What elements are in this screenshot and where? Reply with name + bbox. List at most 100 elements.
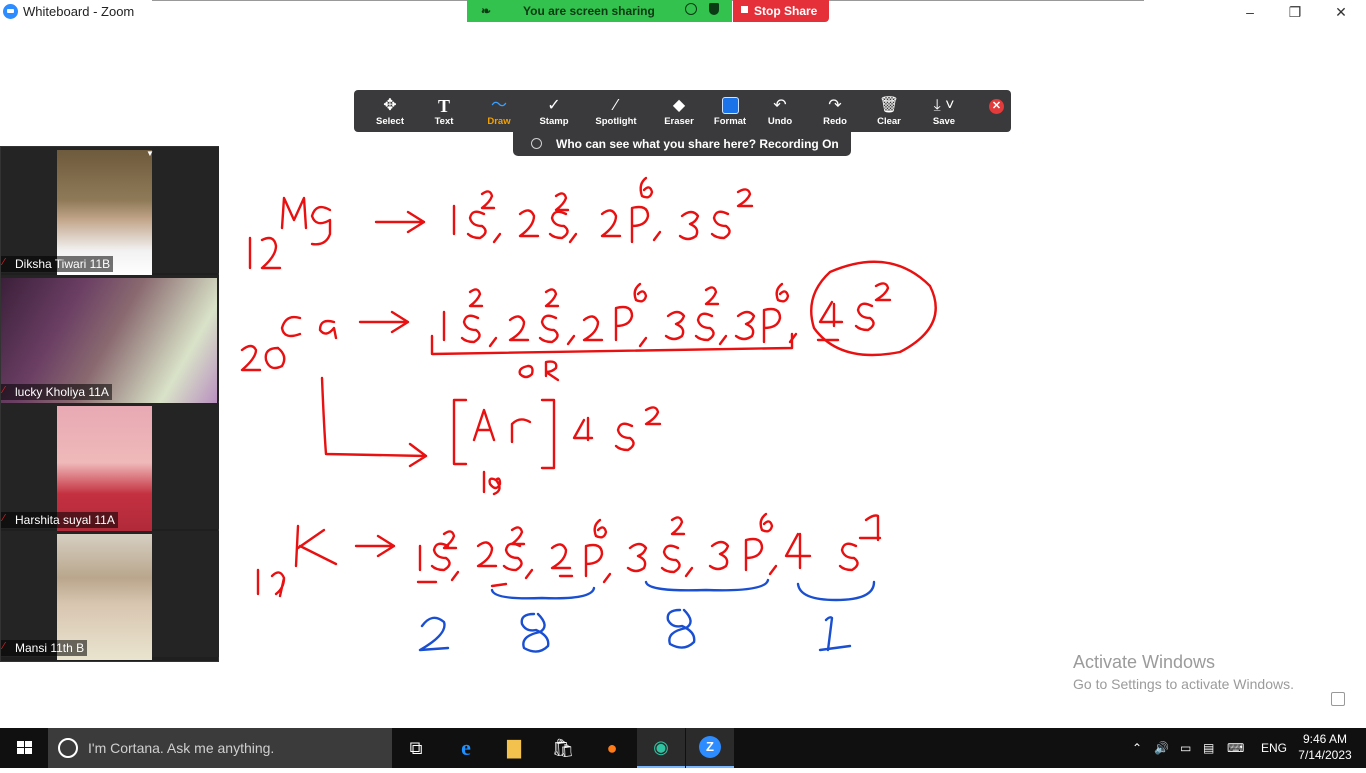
ink-stroke	[540, 398, 556, 470]
stop-share-label: Stop Share	[754, 4, 818, 18]
ink-stroke	[488, 336, 498, 348]
leaf-icon: ❧	[481, 4, 492, 18]
edge-icon[interactable]: ◉	[637, 728, 685, 768]
tool-spotlight[interactable]: ⁄ Spotlight	[588, 90, 644, 132]
ink-stroke	[602, 572, 612, 584]
start-button[interactable]	[0, 728, 48, 768]
ink-stroke	[492, 232, 502, 244]
tool-label: Eraser	[664, 116, 694, 127]
ink-stroke	[633, 282, 648, 303]
tool-label: Spotlight	[595, 116, 637, 127]
ink-stroke	[784, 532, 812, 570]
ink-stroke	[460, 314, 481, 344]
participant-tile[interactable]: ⁄ lucky Kholiya 11A	[1, 275, 219, 404]
ink-stroke	[694, 312, 715, 342]
restore-button[interactable]: ❐	[1275, 2, 1315, 22]
task-view-icon[interactable]: ⧉	[392, 728, 440, 768]
windows-logo-icon	[17, 741, 32, 754]
ink-stroke	[510, 418, 532, 444]
format-icon	[706, 95, 754, 117]
activate-windows-title: Activate Windows	[1073, 652, 1216, 672]
ink-stroke	[524, 568, 534, 580]
ink-stroke	[502, 542, 523, 572]
ink-stroke	[639, 176, 654, 199]
edge-legacy-icon[interactable]: e	[442, 728, 490, 768]
zoom-taskbar-icon[interactable]: Z	[686, 728, 734, 768]
tool-clear[interactable]: 🗑 Clear	[865, 90, 913, 132]
tool-redo[interactable]: ↷ Redo	[811, 90, 859, 132]
language-indicator[interactable]: ENG	[1261, 728, 1287, 768]
ink-stroke	[544, 288, 560, 308]
tool-draw[interactable]: 〜 Draw	[475, 90, 523, 132]
ink-stroke	[270, 571, 286, 598]
battery-icon[interactable]: ▭	[1180, 728, 1191, 768]
store-icon[interactable]: 🛍	[539, 728, 587, 768]
ink-stroke	[630, 205, 650, 244]
close-button[interactable]: ✕	[1321, 2, 1361, 22]
tool-save[interactable]: ⤓ ˅ Save	[920, 90, 968, 132]
participant-name: Diksha Tiwari 11B	[15, 257, 111, 271]
volume-icon[interactable]: 🔊	[1154, 728, 1169, 768]
participant-gallery: ▼ ⁄ Diksha Tiwari 11B ⁄ lucky Kholiya 11…	[0, 146, 219, 662]
ink-stroke	[788, 332, 798, 344]
tool-select[interactable]: ✥ Select	[366, 90, 414, 132]
keyboard-icon[interactable]: ⌨	[1227, 728, 1244, 768]
ink-stroke	[358, 310, 410, 334]
ink-stroke	[838, 542, 859, 572]
participant-tile[interactable]: ⁄ Harshita suyal 11A	[1, 403, 219, 532]
info-icon[interactable]	[685, 3, 697, 15]
shield-icon[interactable]	[709, 3, 719, 15]
search-input[interactable]: I'm Cortana. Ask me anything.	[88, 740, 274, 756]
participant-tile[interactable]: ⁄ Mansi 11th B	[1, 531, 219, 660]
ink-stroke	[614, 422, 635, 452]
ink-stroke	[538, 314, 559, 344]
participant-name-tag: ⁄ Mansi 11th B	[1, 640, 88, 656]
new-window-icon[interactable]	[1331, 692, 1345, 706]
ink-stroke	[450, 570, 460, 582]
tool-stamp[interactable]: ✓ Stamp	[530, 90, 578, 132]
notification-icon[interactable]: ▤	[1203, 728, 1214, 768]
ink-stroke	[874, 282, 892, 302]
activate-windows-subtitle: Go to Settings to activate Windows.	[1073, 676, 1294, 692]
screen-sharing-banner[interactable]: ❧ You are screen sharing	[467, 0, 732, 22]
ink-stroke	[660, 544, 681, 574]
cortana-search[interactable]: I'm Cortana. Ask me anything.	[48, 728, 392, 768]
person-icon	[531, 138, 542, 149]
ink-stroke	[600, 209, 622, 238]
tool-format[interactable]: Format	[706, 90, 754, 132]
stop-share-button[interactable]: Stop Share	[733, 0, 829, 22]
ink-stroke	[775, 282, 790, 303]
more-icon[interactable]: ▼	[146, 149, 154, 158]
clock[interactable]: 9:46 AM 7/14/2023	[1293, 731, 1357, 763]
ink-stroke	[638, 336, 648, 348]
ink-stroke	[710, 210, 731, 240]
ink-stroke	[488, 477, 502, 496]
ink-digit	[520, 612, 550, 653]
close-toolbar-icon[interactable]: ✕	[989, 99, 1004, 114]
ink-stroke	[614, 305, 634, 342]
tool-eraser[interactable]: ◆ Eraser	[655, 90, 703, 132]
participant-name: Harshita suyal 11A	[15, 513, 115, 527]
ink-stroke	[416, 574, 574, 588]
minimize-button[interactable]: –	[1230, 2, 1270, 22]
tool-text[interactable]: T Text	[420, 90, 468, 132]
ink-stroke	[544, 360, 560, 382]
tool-undo[interactable]: ↶ Undo	[756, 90, 804, 132]
ink-digit	[818, 616, 852, 652]
file-explorer-icon[interactable]: ▇	[490, 728, 538, 768]
tool-label: Select	[376, 116, 404, 127]
clock-date: 7/14/2023	[1298, 748, 1352, 762]
participant-tile[interactable]: ▼ ⁄ Diksha Tiwari 11B	[1, 147, 219, 276]
ink-stroke	[762, 307, 782, 344]
tool-label: Stamp	[539, 116, 569, 127]
ink-stroke	[550, 543, 572, 570]
show-hidden-icons[interactable]: ⌃	[1132, 728, 1142, 768]
tool-label: Text	[434, 116, 454, 127]
firefox-icon[interactable]: ●	[588, 728, 636, 768]
window-title: Whiteboard - Zoom	[23, 4, 135, 19]
tool-label: Format	[713, 116, 747, 127]
recording-notice[interactable]: Who can see what you share here? Recordi…	[513, 132, 851, 156]
ink-stroke	[508, 315, 530, 342]
ink-stroke	[593, 518, 608, 539]
participant-name-tag: ⁄ Harshita suyal 11A	[1, 512, 118, 528]
